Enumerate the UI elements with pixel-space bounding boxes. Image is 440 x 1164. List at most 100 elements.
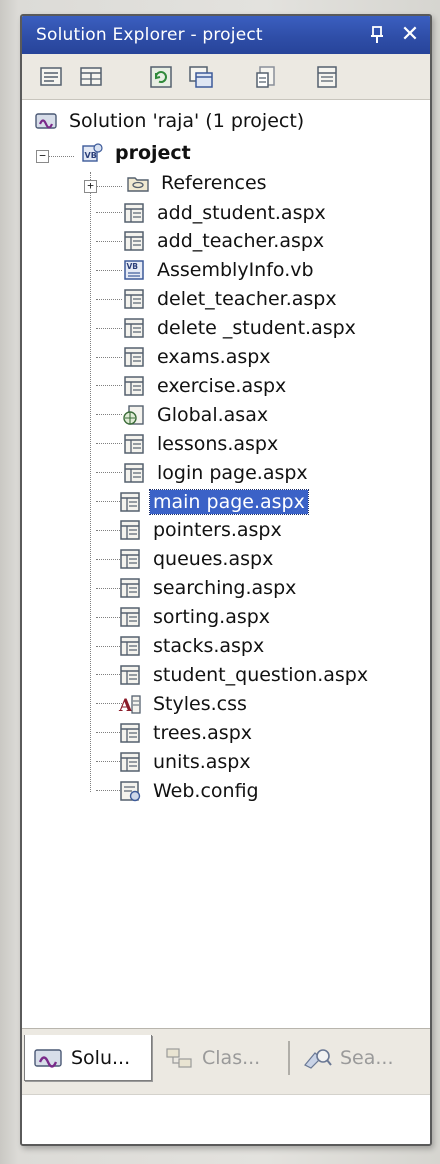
file-label: searching.aspx xyxy=(153,577,297,600)
tree-guide-line xyxy=(96,269,122,271)
tab-class-view[interactable]: Clas... xyxy=(156,1035,286,1081)
file-node[interactable]: sorting.aspx xyxy=(118,603,273,632)
aspx-file-icon xyxy=(120,578,140,598)
tab-search[interactable]: Sea... xyxy=(294,1035,424,1081)
tree-guide-line xyxy=(96,414,122,416)
aspx-file-icon xyxy=(120,722,140,743)
view-code-icon[interactable] xyxy=(254,64,280,90)
aspx-file-icon xyxy=(120,636,140,656)
file-label: student_question.aspx xyxy=(153,663,369,686)
aspx-file-icon xyxy=(124,433,144,454)
aspx-file-icon xyxy=(124,231,144,252)
file-node[interactable]: stacks.aspx xyxy=(118,632,267,661)
collapse-project-toggle[interactable]: − xyxy=(36,150,49,163)
file-label: exams.aspx xyxy=(157,346,271,368)
file-node[interactable]: Web.config xyxy=(118,776,262,805)
svg-text:VB: VB xyxy=(85,151,97,160)
file-node[interactable]: student_question.aspx xyxy=(118,660,371,689)
file-node[interactable]: Global.asax xyxy=(122,400,271,429)
file-node[interactable]: lessons.aspx xyxy=(122,429,281,458)
solution-tree: Solution 'raja' (1 project) − VB project… xyxy=(22,100,430,1028)
class-view-icon xyxy=(166,1048,192,1068)
file-label: add_student.aspx xyxy=(157,201,326,224)
config-file-icon xyxy=(120,780,141,801)
search-icon xyxy=(304,1049,332,1069)
expand-references-toggle[interactable]: + xyxy=(84,180,97,193)
css-file-icon: A xyxy=(118,695,141,716)
tree-guide-line xyxy=(96,443,122,445)
tree-guide-line xyxy=(96,356,122,358)
solution-node[interactable]: Solution 'raja' (1 project) xyxy=(34,106,307,135)
solution-explorer-window: Solution Explorer - project ✕ Solution '… xyxy=(20,14,432,1146)
file-label: main page.aspx xyxy=(149,488,309,515)
solution-icon xyxy=(35,112,57,129)
file-label: Global.asax xyxy=(157,403,269,426)
file-node[interactable]: A Styles.css xyxy=(118,689,250,718)
file-label: sorting.aspx xyxy=(153,606,271,629)
references-node[interactable]: References xyxy=(126,168,270,197)
file-label: add_teacher.aspx xyxy=(157,230,325,253)
file-label: Web.config xyxy=(153,779,259,802)
close-icon[interactable]: ✕ xyxy=(398,23,422,47)
file-node[interactable]: add_student.aspx xyxy=(122,198,329,227)
file-node[interactable]: add_teacher.aspx xyxy=(122,227,327,256)
aspx-file-icon xyxy=(120,751,140,772)
tree-guide-line xyxy=(96,385,122,387)
file-label: queues.aspx xyxy=(153,548,274,571)
file-node[interactable]: exercise.aspx xyxy=(122,371,289,400)
file-node[interactable]: login page.aspx xyxy=(122,458,311,487)
aspx-file-icon xyxy=(120,491,140,512)
tree-guide-line xyxy=(96,240,122,242)
pin-icon[interactable] xyxy=(368,25,386,45)
file-label: login page.aspx xyxy=(157,461,308,484)
file-label: units.aspx xyxy=(153,750,251,773)
aspx-file-icon xyxy=(124,347,144,367)
copy-web-icon[interactable] xyxy=(314,64,340,90)
tab-separator xyxy=(288,1041,290,1075)
vb-project-icon: VB xyxy=(82,142,103,162)
file-node[interactable]: main page.aspx xyxy=(118,487,309,516)
file-label: delet_teacher.aspx xyxy=(157,288,337,311)
file-label: pointers.aspx xyxy=(153,519,282,542)
solution-label: Solution 'raja' (1 project) xyxy=(69,109,305,132)
file-node[interactable]: exams.aspx xyxy=(122,343,274,372)
file-node[interactable]: VB AssemblyInfo.vb xyxy=(122,256,317,285)
aspx-file-icon xyxy=(120,665,140,685)
tree-guide-line xyxy=(96,327,122,329)
file-node[interactable]: trees.aspx xyxy=(118,718,255,747)
aspx-file-icon xyxy=(124,462,144,483)
tool-window-tabs: Solu... Clas... Sea... xyxy=(22,1028,430,1094)
project-node[interactable]: VB project xyxy=(80,138,194,167)
file-node[interactable]: queues.aspx xyxy=(118,545,276,574)
refresh-icon[interactable] xyxy=(148,64,174,90)
tab-label: Sea... xyxy=(340,1047,394,1069)
aspx-file-icon xyxy=(120,520,140,541)
view-designer-icon[interactable] xyxy=(188,64,214,90)
file-node[interactable]: units.aspx xyxy=(118,747,254,776)
file-label: exercise.aspx xyxy=(157,374,287,397)
tab-label: Clas... xyxy=(202,1047,261,1069)
tree-guide-line xyxy=(96,212,122,213)
aspx-file-icon xyxy=(120,607,140,627)
tree-guide-line xyxy=(96,186,122,187)
file-label: AssemblyInfo.vb xyxy=(157,259,314,282)
properties-icon[interactable] xyxy=(38,64,64,90)
file-node[interactable]: searching.aspx xyxy=(118,574,299,603)
tree-guide-line xyxy=(48,156,74,157)
aspx-file-icon xyxy=(124,289,144,309)
file-label: Styles.css xyxy=(153,692,247,715)
show-all-files-icon[interactable] xyxy=(78,64,104,90)
references-label: References xyxy=(161,171,267,194)
toolbar xyxy=(22,54,430,100)
status-strip xyxy=(22,1094,430,1144)
tab-label: Solu... xyxy=(71,1046,131,1069)
file-label: trees.aspx xyxy=(153,721,253,744)
project-label: project xyxy=(115,141,191,164)
file-node[interactable]: delete _student.aspx xyxy=(122,314,359,343)
tab-solution-explorer[interactable]: Solu... xyxy=(24,1035,152,1081)
file-node[interactable]: pointers.aspx xyxy=(118,516,285,545)
svg-text:VB: VB xyxy=(127,262,139,271)
file-node[interactable]: delet_teacher.aspx xyxy=(122,285,340,314)
solution-explorer-icon xyxy=(34,1048,62,1068)
aspx-file-icon xyxy=(124,202,144,223)
